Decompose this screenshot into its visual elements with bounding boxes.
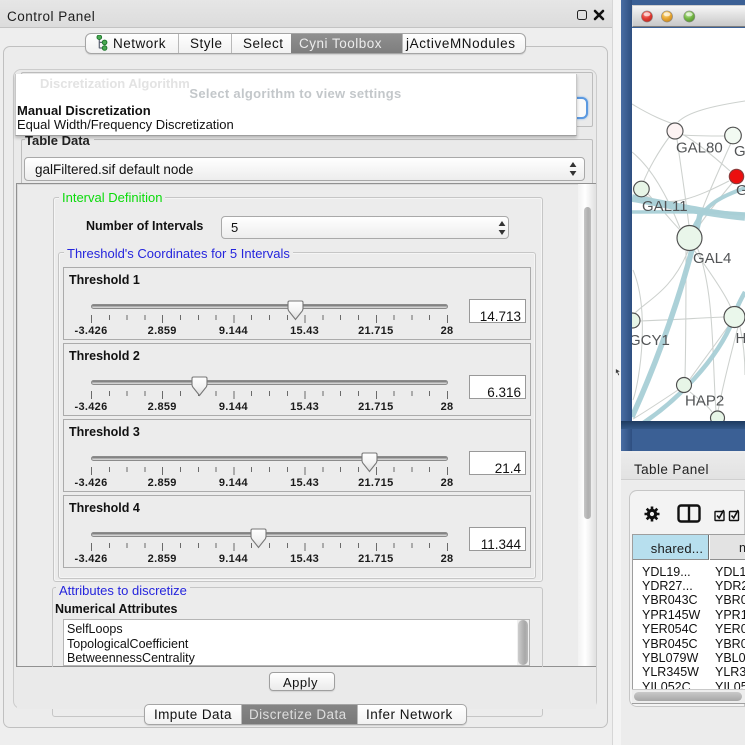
svg-text:G: G [736,182,745,199]
svg-text:GAL4: GAL4 [693,250,731,267]
svg-text:GAL80: GAL80 [676,140,723,157]
svg-text:G.: G. [734,143,745,160]
svg-text:GAL11: GAL11 [642,198,688,215]
svg-text:GCY1: GCY1 [632,332,670,349]
svg-text:HAP2: HAP2 [685,393,724,410]
svg-text:H: H [736,330,745,347]
